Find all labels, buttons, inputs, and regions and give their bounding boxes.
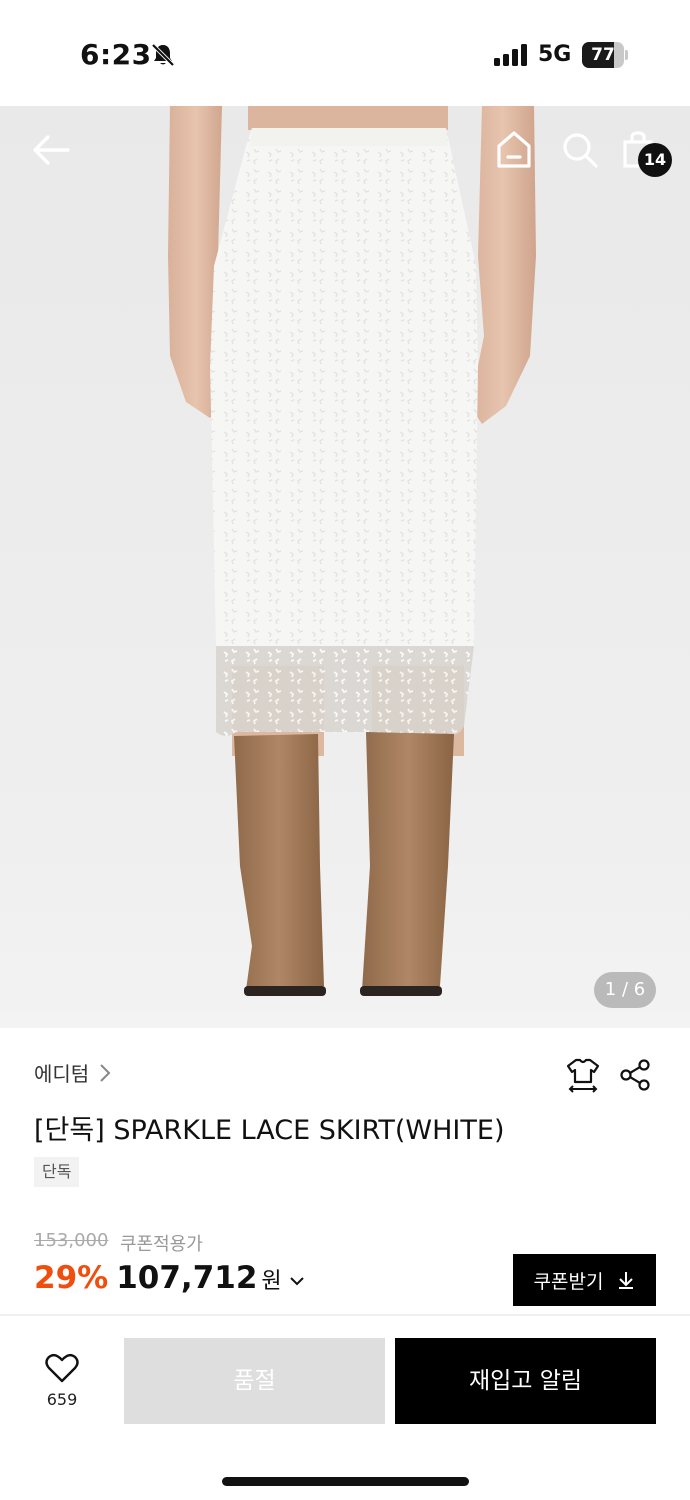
restock-alert-button[interactable]: 재입고 알림 <box>395 1338 656 1424</box>
status-bar: 6:23 5G 77 <box>0 0 690 106</box>
brand-link[interactable]: 에디텀 <box>34 1058 113 1087</box>
home-icon[interactable] <box>494 128 534 170</box>
discount-rate: 29% <box>34 1260 109 1296</box>
share-icon[interactable] <box>618 1058 652 1092</box>
network-type: 5G <box>538 42 572 67</box>
soldout-button[interactable]: 품절 <box>124 1338 385 1424</box>
battery-icon: 77 <box>582 42 628 68</box>
image-page-indicator: 1 / 6 <box>594 972 656 1008</box>
coupon-price-label: 쿠폰적용가 <box>120 1234 203 1255</box>
currency-unit: 원 <box>261 1269 282 1294</box>
signal-icon <box>494 44 527 66</box>
exclusive-tag: 단독 <box>34 1157 80 1187</box>
final-price: 107,712 <box>116 1260 258 1296</box>
get-coupon-label: 쿠폰받기 <box>533 1270 604 1293</box>
chevron-right-icon <box>100 1063 111 1082</box>
brand-name: 에디텀 <box>34 1062 90 1086</box>
product-photo <box>168 106 536 996</box>
cart-count-badge[interactable]: 14 <box>638 143 672 177</box>
heart-icon <box>45 1353 79 1383</box>
bell-off-icon <box>151 43 175 67</box>
original-price: 153,000 <box>34 1230 109 1251</box>
product-image-gallery[interactable]: 14 1 / 6 <box>0 106 690 1028</box>
search-icon[interactable] <box>560 130 600 170</box>
back-arrow-icon[interactable] <box>30 132 72 168</box>
chevron-down-icon[interactable] <box>288 1274 306 1288</box>
size-guide-icon[interactable] <box>564 1056 602 1094</box>
home-indicator <box>222 1477 469 1486</box>
get-coupon-button[interactable]: 쿠폰받기 <box>513 1254 656 1306</box>
like-count: 659 <box>46 1390 78 1409</box>
divider <box>0 1314 690 1316</box>
battery-percent: 77 <box>591 45 615 65</box>
price-row[interactable]: 29% 107,712 원 <box>34 1260 306 1296</box>
product-title: [단독] SPARKLE LACE SKIRT(WHITE) <box>34 1115 505 1146</box>
status-time: 6:23 <box>80 38 152 71</box>
download-icon <box>619 1272 634 1289</box>
like-button[interactable]: 659 <box>36 1352 88 1409</box>
